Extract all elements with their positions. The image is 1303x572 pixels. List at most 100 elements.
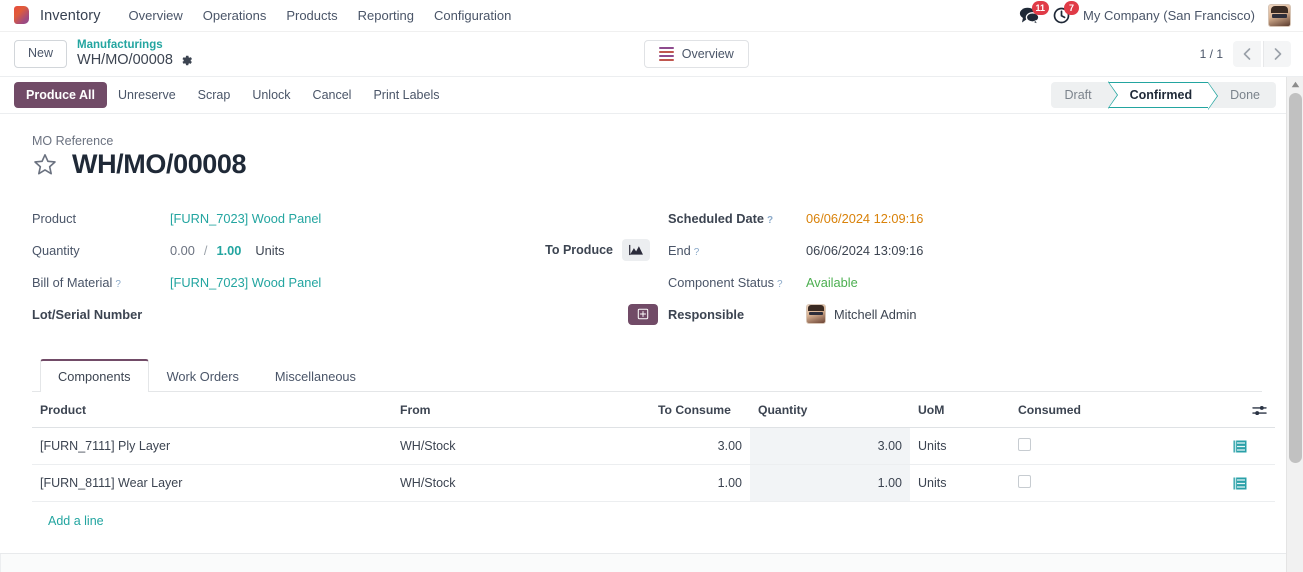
table-row[interactable]: [FURN_8111] Wear Layer WH/Stock 1.00 1.0…	[32, 464, 1275, 502]
cell-from[interactable]: WH/Stock	[392, 427, 650, 465]
gear-icon[interactable]	[180, 54, 193, 67]
vertical-scrollbar[interactable]	[1286, 77, 1303, 572]
chevron-right-icon	[1274, 48, 1281, 60]
nav-menu-operations[interactable]: Operations	[193, 4, 277, 27]
field-end-date-value[interactable]: 06/06/2024 13:09:16	[806, 243, 923, 258]
header-consumed[interactable]: Consumed	[1010, 392, 1205, 428]
field-scheduled-date-value[interactable]: 06/06/2024 12:09:16	[806, 211, 923, 226]
status-stage-done[interactable]: Done	[1208, 82, 1276, 108]
cell-quantity[interactable]: 1.00	[750, 464, 910, 502]
messages-count-badge: 11	[1031, 1, 1050, 15]
barcode-grid-icon	[637, 308, 649, 320]
field-end-date-label: End ?	[668, 243, 806, 258]
tab-work-orders[interactable]: Work Orders	[149, 359, 257, 392]
cell-quantity[interactable]: 3.00	[750, 427, 910, 465]
components-table: Product From To Consume Quantity UoM Con…	[32, 392, 1275, 540]
field-product-value[interactable]: [FURN_7023] Wood Panel	[170, 211, 321, 226]
field-bom-value[interactable]: [FURN_7023] Wood Panel	[170, 275, 321, 290]
help-tooltip-icon[interactable]: ?	[767, 215, 773, 226]
column-settings-icon[interactable]	[1213, 404, 1267, 417]
add-line-row: Add a line	[32, 502, 1275, 541]
nav-menu-reporting[interactable]: Reporting	[348, 4, 424, 27]
table-row[interactable]: [FURN_7111] Ply Layer WH/Stock 3.00 3.00…	[32, 427, 1275, 465]
user-avatar[interactable]	[1268, 4, 1291, 27]
odoo-manufacturing-order-page: Inventory Overview Operations Products R…	[0, 0, 1303, 572]
scrollbar-up-arrow[interactable]	[1287, 77, 1303, 92]
line-details-icon[interactable]	[1213, 477, 1267, 490]
add-a-line-button[interactable]: Add a line	[40, 502, 112, 540]
tab-miscellaneous[interactable]: Miscellaneous	[257, 359, 374, 392]
line-details-icon[interactable]	[1213, 440, 1267, 453]
header-uom[interactable]: UoM	[910, 392, 1010, 428]
field-responsible-value[interactable]: Mitchell Admin	[834, 307, 917, 322]
activities-button[interactable]: 7	[1053, 1, 1080, 24]
scroll-region: Produce All Unreserve Scrap Unlock Cance…	[0, 77, 1286, 572]
nav-menu-configuration[interactable]: Configuration	[424, 4, 521, 27]
field-responsible-value-group: Mitchell Admin	[806, 304, 917, 324]
generate-lot-serial-button[interactable]	[628, 303, 658, 325]
form-fields-grid: Product [FURN_7023] Wood Panel Quantity …	[32, 202, 1262, 330]
header-product[interactable]: Product	[32, 392, 392, 428]
to-produce-forecast-button[interactable]	[622, 239, 650, 261]
breadcrumb-current-label: WH/MO/00008	[77, 52, 173, 69]
cell-from[interactable]: WH/Stock	[392, 464, 650, 502]
top-navbar: Inventory Overview Operations Products R…	[0, 0, 1303, 32]
status-bar: Draft Confirmed Done	[1050, 81, 1276, 110]
cell-product[interactable]: [FURN_7111] Ply Layer	[32, 427, 392, 465]
nav-menu-products[interactable]: Products	[276, 4, 347, 27]
table-header-row: Product From To Consume Quantity UoM Con…	[32, 392, 1275, 428]
cell-uom[interactable]: Units	[910, 427, 1010, 465]
consumed-checkbox[interactable]	[1018, 475, 1031, 488]
odoo-cube-icon[interactable]	[14, 6, 31, 25]
field-bill-of-material: Bill of Material ? [FURN_7023] Wood Pane…	[32, 266, 668, 298]
field-component-status-label: Component Status ?	[668, 275, 806, 290]
field-product-label: Product	[32, 210, 77, 226]
scrap-button[interactable]: Scrap	[187, 82, 242, 108]
overview-button[interactable]: Overview	[643, 40, 749, 68]
header-to-consume[interactable]: To Consume	[650, 392, 750, 428]
activities-count-badge: 7	[1064, 1, 1080, 15]
unreserve-button[interactable]: Unreserve	[107, 82, 187, 108]
cell-to-consume[interactable]: 1.00	[650, 464, 750, 502]
tab-components[interactable]: Components	[40, 359, 149, 392]
help-tooltip-icon[interactable]: ?	[694, 247, 700, 258]
cell-row-actions	[1205, 427, 1275, 465]
favorite-star-icon[interactable]	[32, 152, 58, 178]
navbar-right-group: 11 7 My Company (San Francisco)	[1019, 1, 1291, 27]
below-sheet-area	[0, 554, 1286, 572]
quantity-done-value[interactable]: 0.00	[170, 243, 195, 258]
breadcrumb-parent-manufacturings[interactable]: Manufacturings	[77, 39, 193, 53]
produce-all-button[interactable]: Produce All	[14, 81, 107, 109]
app-name[interactable]: Inventory	[40, 8, 101, 24]
cell-row-actions	[1205, 464, 1275, 502]
help-tooltip-icon[interactable]: ?	[777, 279, 783, 290]
help-tooltip-icon[interactable]: ?	[115, 279, 121, 290]
unlock-button[interactable]: Unlock	[241, 82, 301, 108]
quantity-total-value[interactable]: 1.00	[216, 243, 241, 258]
header-quantity[interactable]: Quantity	[750, 392, 910, 428]
header-optional-columns	[1205, 392, 1275, 428]
company-switcher[interactable]: My Company (San Francisco)	[1083, 8, 1255, 23]
control-panel: New Manufacturings WH/MO/00008 Overview …	[0, 32, 1303, 77]
scrollbar-thumb[interactable]	[1289, 93, 1302, 463]
consumed-checkbox[interactable]	[1018, 438, 1031, 451]
field-product: Product [FURN_7023] Wood Panel	[32, 202, 668, 234]
new-button[interactable]: New	[14, 40, 68, 68]
field-end-date-label-text: End	[668, 242, 691, 258]
header-from[interactable]: From	[392, 392, 650, 428]
status-stage-draft[interactable]: Draft	[1050, 81, 1118, 109]
overview-button-label: Overview	[681, 47, 734, 61]
field-scheduled-date: Scheduled Date ? 06/06/2024 12:09:16	[668, 202, 1262, 234]
messages-button[interactable]: 11	[1019, 1, 1050, 24]
cell-uom[interactable]: Units	[910, 464, 1010, 502]
field-lot-serial-label: Lot/Serial Number	[32, 306, 143, 322]
status-stage-confirmed[interactable]: Confirmed	[1107, 82, 1218, 110]
nav-menu-overview[interactable]: Overview	[119, 4, 193, 27]
cancel-button[interactable]: Cancel	[302, 82, 363, 108]
cell-to-consume[interactable]: 3.00	[650, 427, 750, 465]
pager-next-button[interactable]	[1263, 41, 1291, 67]
to-produce-label: To Produce	[545, 243, 613, 257]
print-labels-button[interactable]: Print Labels	[362, 82, 450, 108]
pager-previous-button[interactable]	[1233, 41, 1261, 67]
cell-product[interactable]: [FURN_8111] Wear Layer	[32, 464, 392, 502]
